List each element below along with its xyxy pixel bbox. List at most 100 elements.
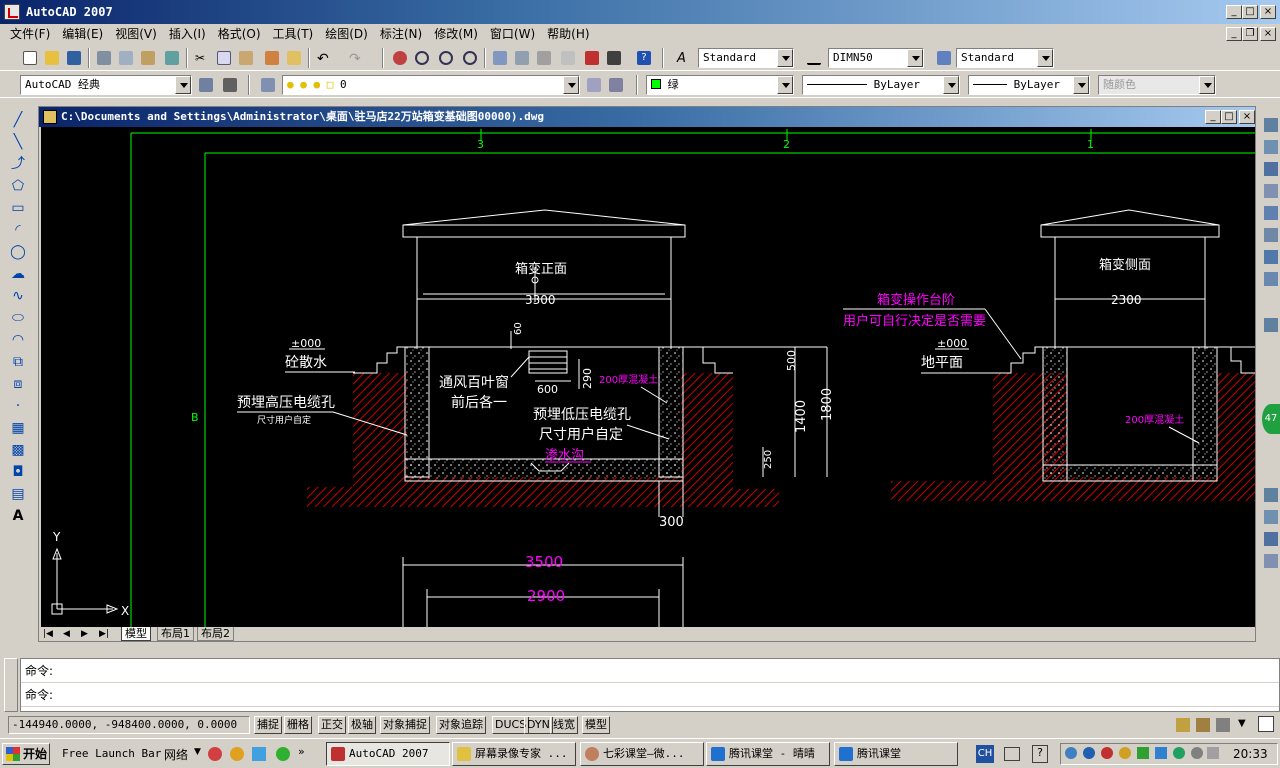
match-properties-icon[interactable] [262,48,282,68]
menu-insert[interactable]: 插入(I) [163,24,212,44]
tab-next-icon[interactable]: ▶ [81,627,88,641]
task-tencent-class-2[interactable]: 腾讯课堂 [834,742,958,766]
autocad-app-icon[interactable] [4,4,20,20]
menu-modify[interactable]: 修改(M) [428,24,484,44]
drawing-maximize-button[interactable]: □ [1221,110,1237,124]
network-dropdown-icon[interactable]: ▼ [194,747,201,757]
drawing-minimize-button[interactable]: _ [1205,110,1221,124]
tab-first-icon[interactable]: |◀ [43,627,53,641]
command-line-input[interactable]: 命令: [21,683,1279,707]
more-quicklaunch-icon[interactable]: » [298,745,305,758]
region-icon[interactable]: ◘ [8,462,28,482]
properties-icon[interactable] [490,48,510,68]
design-center-icon[interactable] [512,48,532,68]
hatch-icon[interactable]: ▦ [8,418,28,438]
cut-icon[interactable]: ✂ [192,48,212,68]
copy-object-icon[interactable] [1264,140,1278,154]
insert-block-icon[interactable]: ⧉ [8,352,28,372]
menu-format[interactable]: 格式(O) [212,24,267,44]
revision-cloud-icon[interactable]: ☁ [8,264,28,284]
make-block-icon[interactable]: ⧈ [8,374,28,394]
tray-sound-icon[interactable] [1065,747,1077,759]
minimize-button[interactable]: _ [1226,5,1242,19]
trim-icon[interactable] [1264,488,1278,502]
drawing-file-icon[interactable] [43,110,57,124]
workspace-select[interactable]: AutoCAD 经典 [20,75,192,95]
keyboard-icon[interactable] [1004,747,1020,761]
drawing-canvas[interactable]: 3 2 1 B 箱变正面 3300 60 600 290 500 1400 18… [41,127,1255,627]
app-grid-icon[interactable] [252,747,266,761]
tray-shield-icon[interactable] [1137,747,1149,759]
array-icon[interactable] [1264,206,1278,220]
model-toggle[interactable]: 模型 [582,716,610,734]
block-editor-icon[interactable] [284,48,304,68]
doc-minimize-button[interactable]: _ [1226,27,1242,41]
grid-toggle[interactable]: 栅格 [284,716,312,734]
zoom-realtime-icon[interactable] [412,48,432,68]
polar-toggle[interactable]: 极轴 [348,716,376,734]
osnap-toggle[interactable]: 对象捕捉 [380,716,430,734]
clock[interactable]: 20:33 [1233,744,1268,764]
menu-file[interactable]: 文件(F) [4,24,56,44]
otrack-toggle[interactable]: 对象追踪 [436,716,486,734]
layer-previous-icon[interactable] [606,75,626,95]
start-button[interactable]: 开始 [2,743,50,765]
dim-style-icon[interactable] [804,48,824,68]
plot-preview-icon[interactable] [116,48,136,68]
close-button[interactable]: × [1260,5,1276,19]
publish-icon[interactable] [138,48,158,68]
coordinate-display[interactable]: -144940.0000, -948400.0000, 0.0000 [8,716,250,734]
ime-indicator[interactable]: CH [976,745,994,763]
ime-help-icon[interactable]: ? [1032,745,1048,763]
ortho-toggle[interactable]: 正交 [318,716,346,734]
rectangle-icon[interactable]: ▭ [8,198,28,218]
tab-prev-icon[interactable]: ◀ [63,627,70,641]
status-menu-chevron-icon[interactable]: ▼ [1238,718,1246,729]
doc-close-button[interactable]: × [1260,27,1276,41]
tab-last-icon[interactable]: ▶| [99,627,109,641]
save-icon[interactable] [64,48,84,68]
extend-icon[interactable] [1264,510,1278,524]
tray-settings-icon[interactable] [1216,718,1230,732]
table-style-icon[interactable] [934,48,954,68]
zoom-window-icon[interactable] [436,48,456,68]
task-qicai[interactable]: 七彩课堂—微... [580,742,704,766]
plot-icon[interactable] [94,48,114,68]
doc-restore-button[interactable]: ❐ [1242,27,1258,41]
help-icon[interactable]: ? [634,48,654,68]
sheet-set-icon[interactable] [558,48,578,68]
construction-line-icon[interactable]: ╲ [8,132,28,152]
redo-icon[interactable]: ↷ [346,48,366,68]
ie-icon[interactable] [276,747,290,761]
polygon-icon[interactable]: ⬠ [8,176,28,196]
mirror-icon[interactable] [1264,162,1278,176]
communication-center-icon[interactable] [1176,718,1190,732]
tray-qq-icon[interactable] [1101,747,1113,759]
menu-edit[interactable]: 编辑(E) [56,24,109,44]
make-current-layer-icon[interactable] [584,75,604,95]
browser-icon[interactable] [230,747,244,761]
move-icon[interactable] [1264,228,1278,242]
menu-draw[interactable]: 绘图(D) [319,24,374,44]
tab-layout2[interactable]: 布局2 [197,627,234,641]
tab-layout1[interactable]: 布局1 [157,627,194,641]
layer-manager-icon[interactable] [258,75,278,95]
tool-palettes-icon[interactable] [534,48,554,68]
markup-icon[interactable] [582,48,602,68]
table-style-select[interactable]: Standard [956,48,1054,68]
rotate-icon[interactable] [1264,250,1278,264]
command-window[interactable]: 命令: 命令: [20,658,1280,712]
linetype-select[interactable]: ByLayer [802,75,960,95]
save-workspace-icon[interactable] [220,75,240,95]
polyline-icon[interactable]: ⤴ [8,154,28,174]
task-screen-recorder[interactable]: 屏幕录像专家 ... [452,742,576,766]
workspace-settings-icon[interactable] [196,75,216,95]
point-icon[interactable]: · [8,396,28,416]
ellipse-icon[interactable]: ⬭ [8,308,28,328]
line-icon[interactable]: ╱ [8,110,28,130]
stretch-icon[interactable] [1264,318,1278,332]
floating-badge-icon[interactable]: 47 [1262,404,1280,434]
color-select[interactable]: 绿 [646,75,794,95]
menu-dimension[interactable]: 标注(N) [374,24,428,44]
snap-toggle[interactable]: 捕捉 [254,716,282,734]
